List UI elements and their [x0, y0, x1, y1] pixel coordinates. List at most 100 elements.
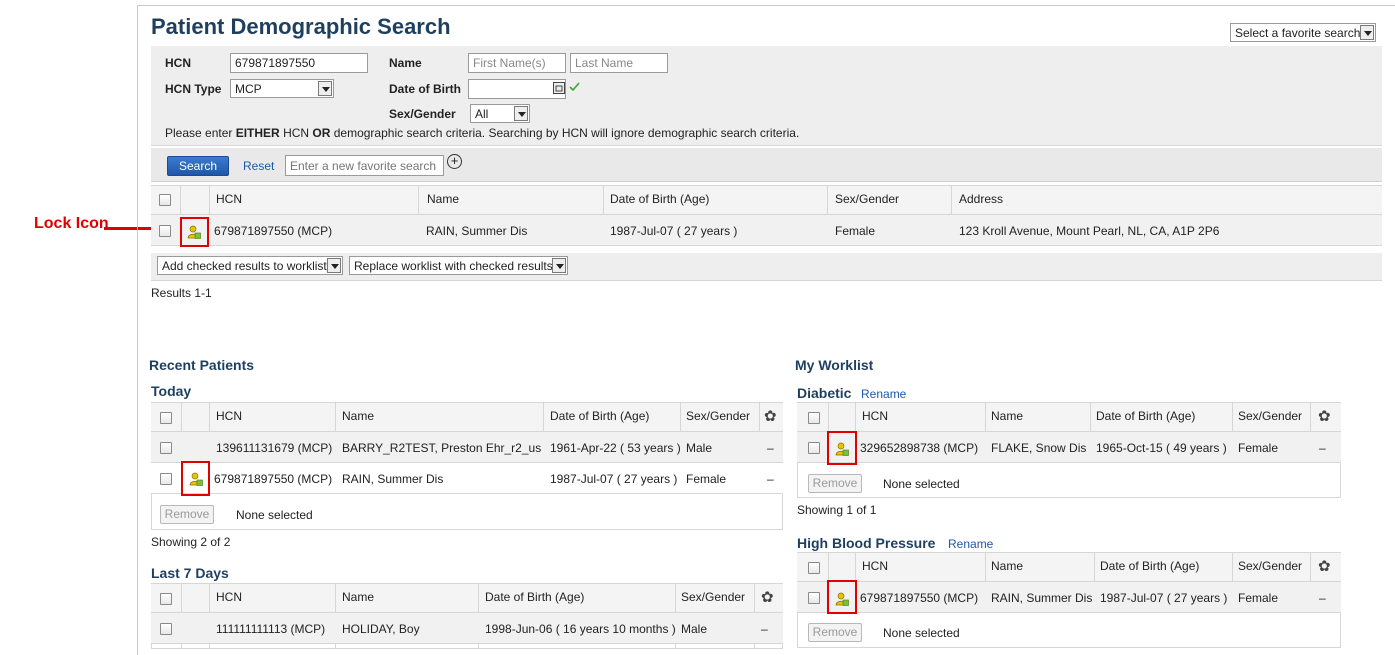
sex-gender-value: All	[475, 107, 489, 121]
today-row-hcn: 679871897550 (MCP)	[214, 472, 333, 486]
last7-row-sex: Male	[681, 622, 708, 636]
today-row-name[interactable]: BARRY_R2TEST, Preston Ehr_r2_us	[342, 441, 541, 455]
results-table-header	[151, 185, 1382, 215]
hbp-header-hcn[interactable]: HCN	[862, 559, 888, 573]
favorite-search-label: Select a favorite search	[1235, 26, 1361, 40]
last7-header-dob[interactable]: Date of Birth (Age)	[485, 590, 584, 604]
last7-row-dob: 1998-Jun-06 ( 16 years 10 months )	[485, 622, 676, 636]
name-label: Name	[389, 56, 422, 70]
today-select-all-checkbox[interactable]	[160, 412, 172, 424]
gear-icon[interactable]: ✿	[764, 407, 777, 425]
today-header-name[interactable]: Name	[342, 409, 374, 423]
reset-link[interactable]: Reset	[243, 159, 274, 173]
today-row-checkbox[interactable]	[160, 473, 172, 485]
diabetic-header-sex[interactable]: Sex/Gender	[1238, 409, 1302, 423]
today-header-dob[interactable]: Date of Birth (Age)	[550, 409, 649, 423]
today-title: Today	[151, 383, 192, 399]
diabetic-title: Diabetic	[797, 385, 852, 401]
hcn-type-select[interactable]: MCP	[230, 79, 334, 98]
hbp-header-sex[interactable]: Sex/Gender	[1238, 559, 1302, 573]
diabetic-header-dob[interactable]: Date of Birth (Age)	[1096, 409, 1195, 423]
hbp-row-action[interactable]: –	[1319, 591, 1326, 605]
diabetic-select-all-checkbox[interactable]	[808, 412, 820, 424]
hcn-input[interactable]: 679871897550	[230, 53, 368, 73]
hbp-row-sex: Female	[1238, 591, 1279, 605]
diabetic-header-name[interactable]: Name	[991, 409, 1023, 423]
hbp-select-all-checkbox[interactable]	[808, 562, 820, 574]
lock-icon-highlight	[181, 461, 210, 496]
gear-icon[interactable]: ✿	[761, 588, 774, 606]
results-header-address[interactable]: Address	[959, 192, 1003, 206]
dob-input[interactable]	[468, 79, 566, 99]
today-row-action[interactable]: –	[767, 472, 774, 486]
hbp-header-dob[interactable]: Date of Birth (Age)	[1100, 559, 1199, 573]
lock-icon-highlight	[180, 217, 209, 247]
today-row-name[interactable]: RAIN, Summer Dis	[342, 472, 443, 486]
today-header-hcn[interactable]: HCN	[216, 409, 242, 423]
diabetic-header-hcn[interactable]: HCN	[862, 409, 888, 423]
favorite-search-select[interactable]: Select a favorite search	[1230, 23, 1376, 42]
hcn-type-label: HCN Type	[165, 82, 222, 96]
diabetic-none-selected: None selected	[883, 477, 960, 491]
today-row-action[interactable]: –	[767, 441, 774, 455]
dob-label: Date of Birth	[389, 82, 461, 96]
add-favorite-icon[interactable]: +	[447, 154, 462, 169]
add-checked-to-worklist-select[interactable]: Add checked results to worklist	[157, 256, 343, 275]
today-row-checkbox[interactable]	[160, 442, 172, 454]
lock-icon-highlight	[827, 431, 857, 465]
diabetic-rename-link[interactable]: Rename	[861, 387, 906, 401]
add-checked-label: Add checked results to worklist	[162, 259, 327, 273]
results-count: Results 1-1	[151, 286, 212, 300]
results-header-hcn[interactable]: HCN	[216, 192, 242, 206]
diabetic-row-checkbox[interactable]	[808, 442, 820, 454]
last-name-input[interactable]: Last Name	[570, 53, 668, 73]
recent-patients-title: Recent Patients	[149, 357, 255, 373]
hbp-row-name[interactable]: RAIN, Summer Dis	[991, 591, 1092, 605]
last7-row-name[interactable]: HOLIDAY, Boy	[342, 622, 420, 636]
sex-gender-select[interactable]: All	[470, 104, 530, 123]
today-remove-button[interactable]: Remove	[160, 505, 214, 524]
gear-icon[interactable]: ✿	[1318, 407, 1331, 425]
today-row-dob: 1961-Apr-22 ( 53 years )	[550, 441, 681, 455]
hbp-row-checkbox[interactable]	[808, 592, 820, 604]
new-favorite-search-input[interactable]	[285, 155, 444, 176]
hbp-header-name[interactable]: Name	[991, 559, 1023, 573]
today-row-dob: 1987-Jul-07 ( 27 years )	[550, 472, 678, 486]
result-name[interactable]: RAIN, Summer Dis	[426, 224, 527, 238]
gear-icon[interactable]: ✿	[1318, 557, 1331, 575]
results-header-sex[interactable]: Sex/Gender	[835, 192, 899, 206]
today-row-sex: Female	[686, 472, 727, 486]
note-mid: HCN	[279, 126, 313, 140]
results-header-name[interactable]: Name	[427, 192, 459, 206]
diabetic-showing-count: Showing 1 of 1	[797, 503, 877, 517]
hbp-remove-button[interactable]: Remove	[808, 623, 862, 642]
last7-row-hcn: 111111111113 (MCP)	[216, 622, 326, 636]
my-worklist-title: My Worklist	[795, 357, 874, 373]
diabetic-row-action[interactable]: –	[1319, 441, 1326, 455]
select-all-results-checkbox[interactable]	[159, 194, 171, 206]
chevron-down-icon	[327, 258, 341, 273]
replace-worklist-select[interactable]: Replace worklist with checked results	[349, 256, 568, 275]
today-showing-count: Showing 2 of 2	[151, 535, 231, 549]
today-header-sex[interactable]: Sex/Gender	[686, 409, 750, 423]
last7-header-name[interactable]: Name	[342, 590, 374, 604]
search-button[interactable]: Search	[167, 156, 229, 176]
calendar-icon[interactable]	[553, 82, 565, 94]
hcn-type-value: MCP	[235, 82, 262, 96]
last7-header-sex[interactable]: Sex/Gender	[681, 590, 745, 604]
note-suffix: demographic search criteria. Searching b…	[330, 126, 800, 140]
results-header-dob[interactable]: Date of Birth (Age)	[610, 192, 709, 206]
hbp-rename-link[interactable]: Rename	[948, 537, 993, 551]
result-dob: 1987-Jul-07 ( 27 years )	[610, 224, 738, 238]
sex-gender-label: Sex/Gender	[389, 107, 456, 121]
result-row-checkbox[interactable]	[159, 225, 171, 237]
last7-select-all-checkbox[interactable]	[160, 593, 172, 605]
last7-row-action[interactable]: –	[761, 622, 768, 636]
first-name-input[interactable]: First Name(s)	[468, 53, 566, 73]
last7-header-hcn[interactable]: HCN	[216, 590, 242, 604]
last7-row-checkbox[interactable]	[160, 623, 172, 635]
diabetic-row-sex: Female	[1238, 441, 1279, 455]
diabetic-remove-button[interactable]: Remove	[808, 474, 862, 493]
diabetic-row-name[interactable]: FLAKE, Snow Dis	[991, 441, 1086, 455]
today-none-selected: None selected	[236, 508, 313, 522]
